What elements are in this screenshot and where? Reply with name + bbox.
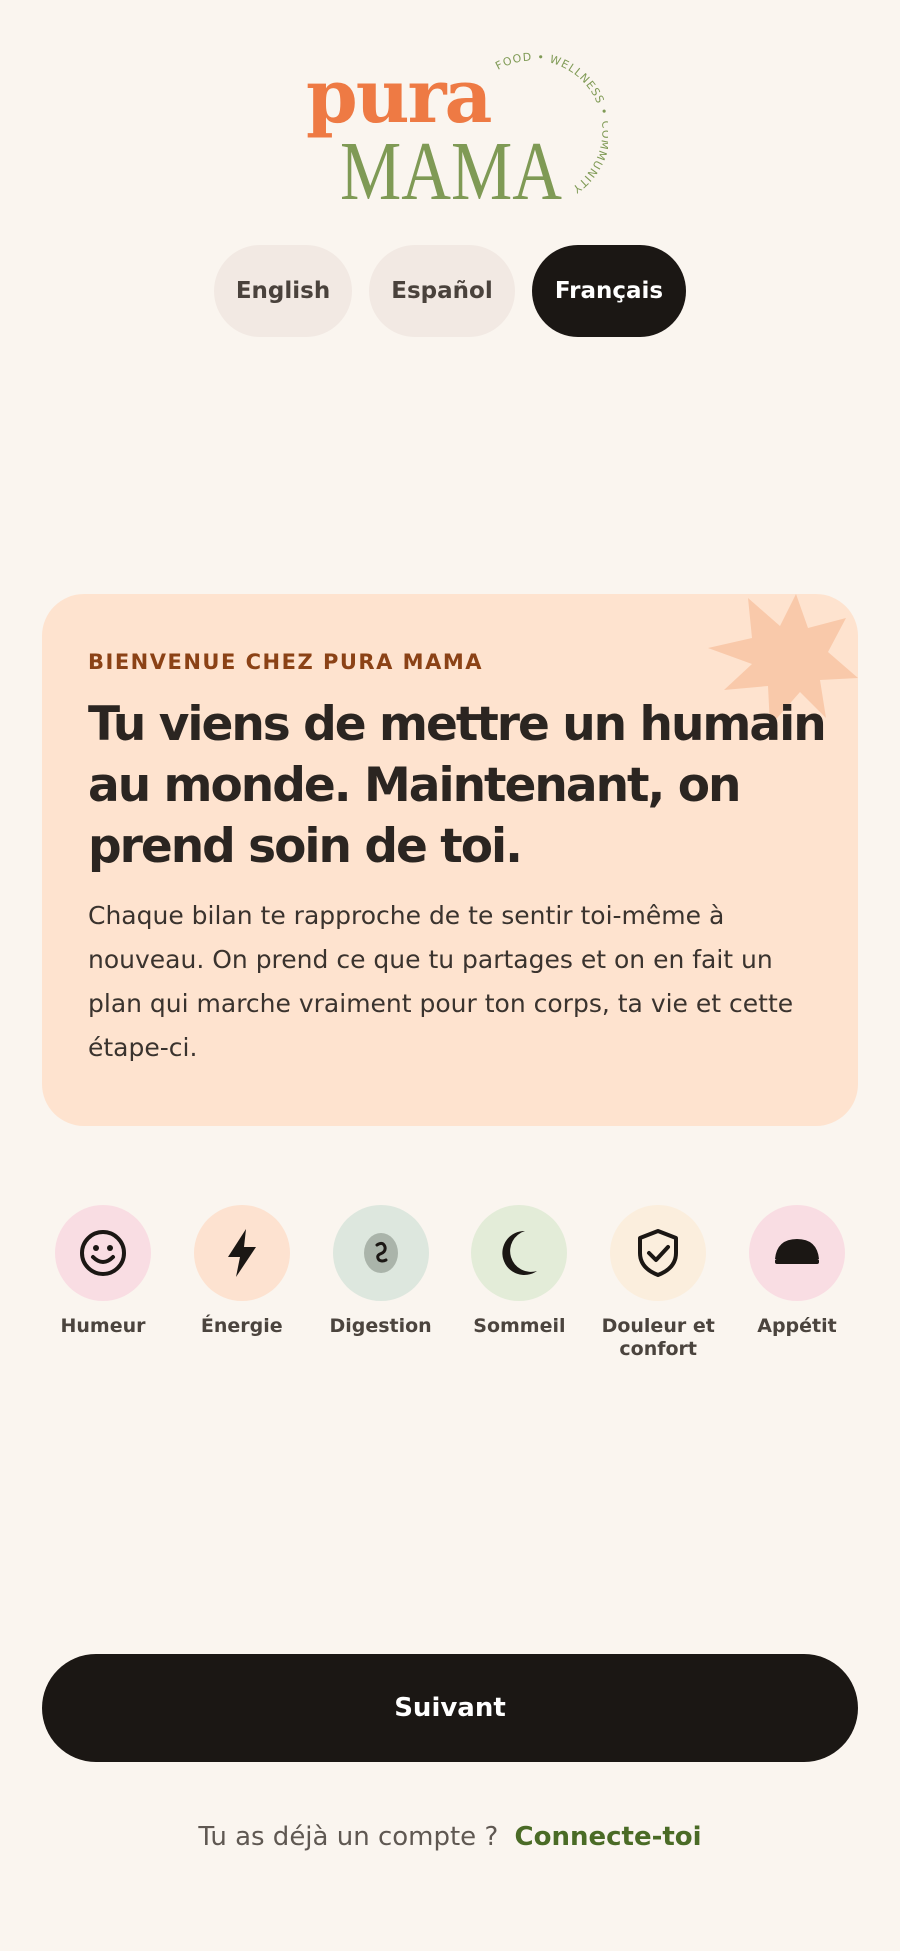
welcome-eyebrow: BIENVENUE CHEZ PURA MAMA — [88, 650, 483, 674]
login-prompt-text: Tu as déjà un compte ? — [198, 1822, 499, 1852]
pain-comfort-icon-circle — [610, 1205, 707, 1301]
welcome-title: Tu viens de mettre un humain au monde. M… — [88, 697, 827, 874]
category-label: Digestion — [329, 1315, 432, 1337]
category-energy: Énergie — [177, 1205, 307, 1361]
welcome-card: BIENVENUE CHEZ PURA MAMA Tu viens de met… — [42, 594, 858, 1126]
smile-icon — [80, 1230, 126, 1276]
stomach-icon — [363, 1233, 398, 1273]
category-mood: Humeur — [38, 1205, 168, 1361]
category-digestion: Digestion — [316, 1205, 446, 1361]
lightning-icon — [227, 1229, 256, 1277]
shield-check-icon — [638, 1229, 679, 1277]
appetite-icon-circle — [748, 1205, 845, 1301]
category-label: Humeur — [60, 1315, 146, 1337]
category-label: Appétit — [757, 1315, 837, 1337]
category-label: Énergie — [200, 1315, 283, 1337]
category-pain-comfort: Douleur et confort — [593, 1205, 723, 1361]
logo-tagline-ring: FOOD • WELLNESS • COMMUNITY — [493, 50, 608, 196]
category-label: Douleur et confort — [601, 1315, 715, 1360]
category-appetite: Appétit — [732, 1205, 862, 1361]
language-selector: English Español Français — [0, 245, 900, 337]
logo-word-pura: pura — [306, 54, 492, 140]
login-link[interactable]: Connecte-toi — [515, 1822, 702, 1852]
login-prompt-row: Tu as déjà un compte ? Connecte-toi — [0, 1822, 900, 1852]
language-french-button[interactable]: Français — [532, 245, 686, 337]
language-english-button[interactable]: English — [214, 245, 352, 337]
category-label: Sommeil — [473, 1315, 566, 1337]
svg-text:FOOD • WELLNESS • COMMUNITY: FOOD • WELLNESS • COMMUNITY — [493, 50, 608, 196]
mood-icon-circle — [55, 1205, 151, 1301]
sleep-icon-circle — [471, 1205, 568, 1301]
welcome-body: Chaque bilan te rapproche de te sentir t… — [88, 901, 794, 1062]
moon-icon — [502, 1230, 538, 1275]
energy-icon-circle — [193, 1205, 290, 1301]
digestion-icon-circle — [332, 1205, 429, 1301]
bowl-icon — [774, 1239, 819, 1264]
category-sleep: Sommeil — [454, 1205, 584, 1361]
next-button[interactable]: Suivant — [42, 1654, 858, 1762]
logo-tagline: FOOD • WELLNESS • COMMUNITY — [493, 50, 608, 196]
category-list: Humeur Énergie Digestion Sommeil Douleur… — [38, 1205, 862, 1361]
brand-logo: pura MAMA FOOD • WELLNESS • COMMUNITY — [290, 50, 610, 213]
language-spanish-button[interactable]: Español — [369, 245, 515, 337]
